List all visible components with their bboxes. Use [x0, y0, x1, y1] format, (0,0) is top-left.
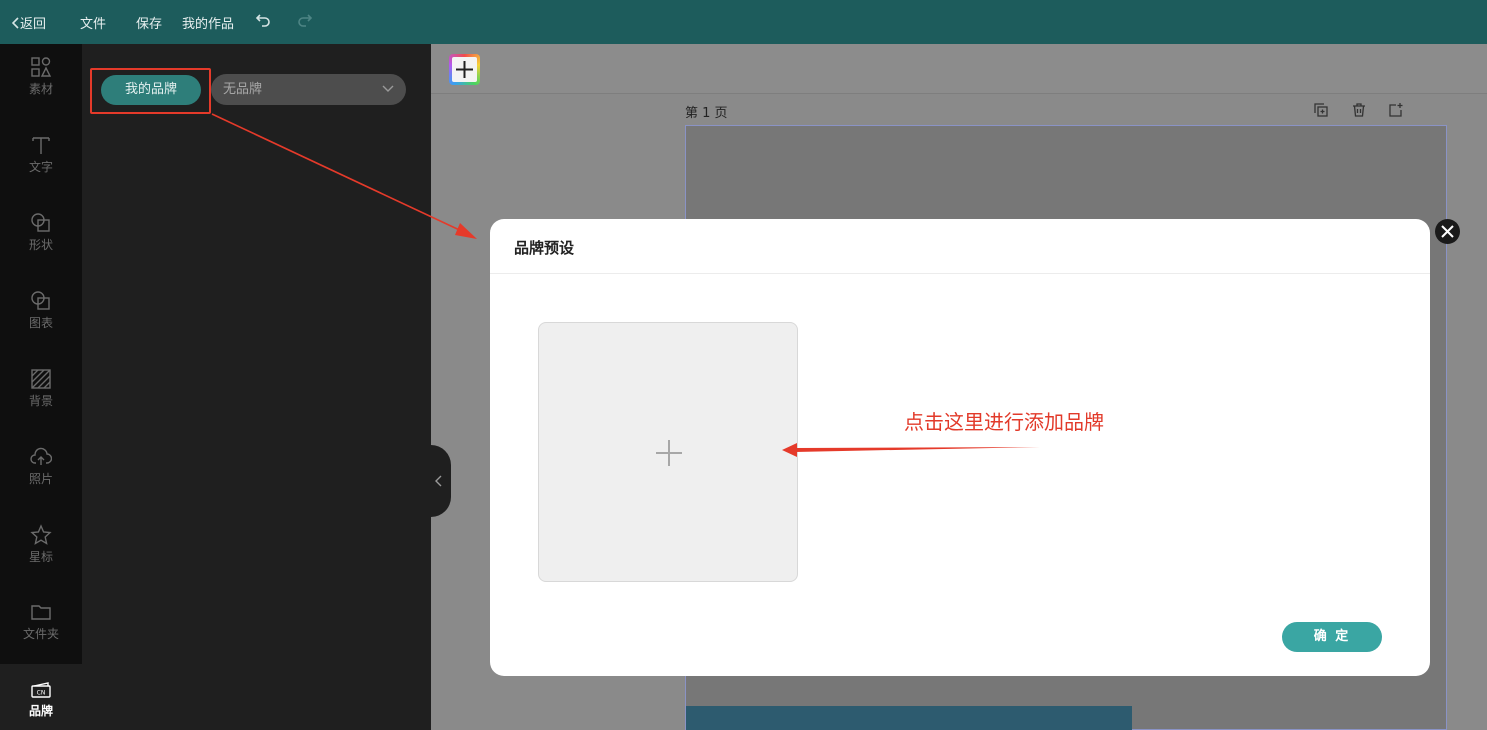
chevron-down-icon	[382, 85, 394, 92]
shape-icon	[31, 213, 50, 232]
dialog-divider	[490, 273, 1430, 274]
shapes-icon	[31, 57, 52, 77]
plus-icon	[656, 440, 682, 466]
add-page-button[interactable]	[1388, 102, 1404, 122]
brand-select[interactable]: 无品牌	[211, 74, 406, 105]
trash-icon	[1353, 103, 1365, 117]
delete-page-button[interactable]	[1351, 102, 1367, 122]
back-button[interactable]: 返回	[12, 13, 46, 32]
rail-item-photos[interactable]: 照片	[0, 446, 82, 516]
rail-label: 品牌	[28, 704, 53, 718]
rail-item-materials[interactable]: 素材	[0, 56, 82, 126]
rail-item-shapes[interactable]: 形状	[0, 212, 82, 282]
text-icon	[32, 137, 50, 154]
chevron-left-icon	[12, 17, 19, 29]
rail-label: 文件夹	[22, 627, 59, 641]
rail-item-brand[interactable]: CN 品牌	[0, 678, 82, 730]
rail-item-background[interactable]: 背景	[0, 368, 82, 438]
star-icon	[30, 524, 52, 545]
rail-label: 图表	[28, 316, 53, 330]
rail-label: 形状	[28, 238, 53, 252]
close-icon	[1441, 225, 1454, 238]
save-button[interactable]: 保存	[136, 13, 162, 32]
collapse-panel-button[interactable]	[431, 445, 451, 517]
file-menu[interactable]: 文件	[80, 13, 106, 32]
tool-rail: 素材 文字 形状 图表 背景 照片 星标 文件夹 CN 品牌	[0, 44, 82, 730]
add-brand-tile[interactable]	[538, 322, 798, 582]
confirm-button[interactable]: 确 定	[1282, 622, 1382, 652]
page-label: 第 1 页	[685, 106, 728, 121]
redo-icon	[298, 14, 313, 27]
add-page-icon	[1389, 103, 1403, 117]
rail-label: 星标	[28, 550, 53, 564]
rail-item-text[interactable]: 文字	[0, 134, 82, 204]
undo-icon	[255, 14, 270, 27]
plus-icon	[456, 61, 473, 78]
page-banner-element[interactable]	[686, 706, 1132, 730]
close-dialog-button[interactable]	[1435, 219, 1460, 244]
brand-icon: CN	[31, 682, 51, 698]
svg-text:CN: CN	[37, 690, 46, 697]
redo-button[interactable]	[297, 12, 313, 32]
background-icon	[31, 369, 51, 389]
rail-item-starred[interactable]: 星标	[0, 524, 82, 594]
copy-icon	[1314, 103, 1328, 117]
upload-cloud-icon	[30, 447, 52, 465]
my-brand-button[interactable]: 我的品牌	[101, 75, 201, 105]
rail-label: 素材	[28, 82, 53, 96]
chevron-left-icon	[435, 475, 442, 487]
duplicate-page-button[interactable]	[1313, 102, 1329, 122]
brand-panel: 我的品牌 无品牌	[82, 44, 431, 730]
chart-icon	[31, 291, 50, 310]
canvas-toolbar	[431, 44, 1487, 94]
rail-item-charts[interactable]: 图表	[0, 290, 82, 360]
add-element-button[interactable]	[449, 54, 480, 85]
top-bar: 返回 文件 保存 我的作品	[0, 0, 1487, 44]
brand-preset-dialog: 品牌预设 点击这里进行添加品牌 确 定	[490, 219, 1430, 676]
undo-button[interactable]	[255, 12, 271, 32]
rail-label: 背景	[28, 394, 53, 408]
brand-select-value: 无品牌	[223, 82, 263, 97]
my-works-link[interactable]: 我的作品	[182, 13, 234, 32]
rail-label: 照片	[28, 472, 53, 486]
rail-label: 文字	[28, 160, 53, 174]
rail-item-folders[interactable]: 文件夹	[0, 601, 82, 671]
dialog-title: 品牌预设	[514, 239, 575, 257]
back-label: 返回	[20, 17, 47, 32]
annotation-hint-text: 点击这里进行添加品牌	[904, 410, 1104, 434]
folder-icon	[31, 605, 51, 620]
